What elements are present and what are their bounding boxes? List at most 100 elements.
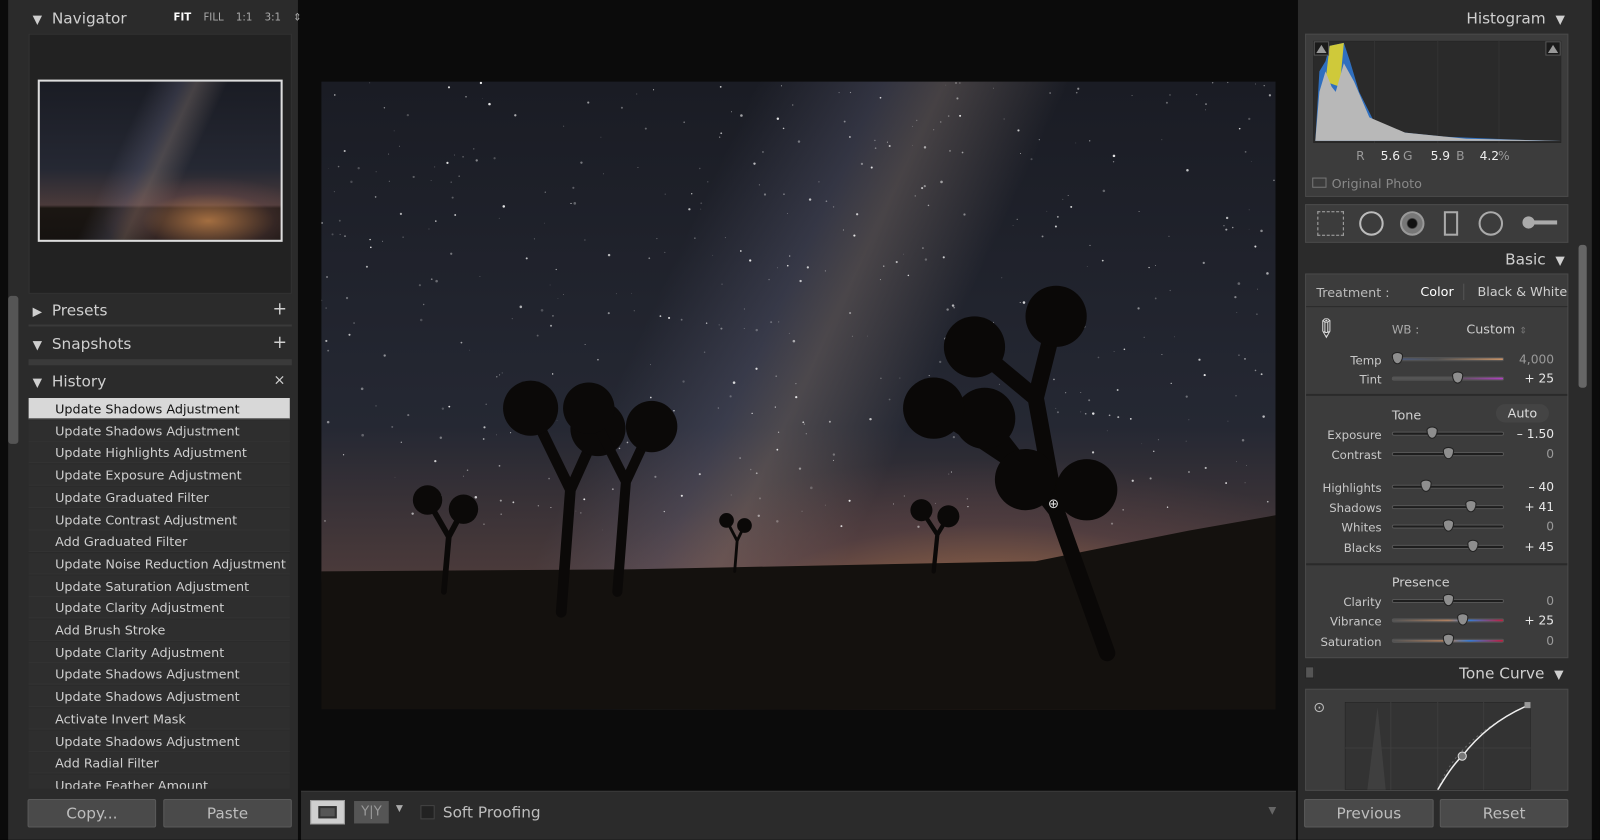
zoom-fit[interactable]: FIT (173, 12, 191, 23)
photo-element (1198, 358, 1201, 361)
slider-shadows[interactable] (1391, 499, 1505, 513)
zoom-fill[interactable]: FILL (203, 12, 223, 23)
slider-clarity[interactable] (1391, 593, 1505, 607)
slider-blacks[interactable] (1391, 539, 1505, 553)
slider-whites[interactable] (1391, 519, 1505, 532)
zoom-stepper-icon[interactable]: ⇕ (293, 12, 302, 23)
navigator-thumbnail[interactable] (37, 79, 283, 242)
photo-element (1075, 91, 1078, 94)
basic-header[interactable]: Basic ▼ (1505, 250, 1565, 268)
curve-point[interactable] (1457, 751, 1467, 761)
crop-overlay-icon[interactable] (1317, 211, 1344, 236)
history-item[interactable]: Update Shadows Adjustment (28, 730, 290, 752)
history-item[interactable]: Update Noise Reduction Adjustment (28, 552, 290, 575)
slider-value-shadows[interactable]: + 41 (1503, 500, 1554, 514)
auto-tone-button[interactable]: Auto (1495, 404, 1549, 423)
history-item[interactable]: Activate Invert Mask (28, 707, 290, 730)
add-preset-icon[interactable]: + (272, 299, 287, 319)
slider-value-whites[interactable]: 0 (1503, 519, 1554, 533)
reset-button[interactable]: Reset (1439, 798, 1569, 828)
history-item[interactable]: Update Exposure Adjustment (28, 464, 290, 486)
slider-value-blacks[interactable]: + 45 (1503, 540, 1554, 554)
photo-element (934, 502, 936, 504)
photo-element (782, 127, 785, 130)
photo-element (673, 409, 675, 412)
soft-proofing-checkbox[interactable] (420, 805, 435, 820)
slider-contrast[interactable] (1391, 446, 1505, 460)
slider-value-highlights[interactable]: – 40 (1503, 480, 1554, 494)
loupe-view-button[interactable] (310, 799, 345, 825)
curve-point[interactable] (1524, 702, 1531, 709)
slider-value-clarity[interactable]: 0 (1503, 594, 1554, 608)
radial-filter-icon[interactable] (1478, 211, 1504, 236)
treatment-bw-button[interactable]: Black & White (1478, 284, 1568, 299)
photo-element (1186, 168, 1189, 172)
toolbar-menu-icon[interactable]: ▼ (1268, 805, 1276, 816)
slider-value-saturation[interactable]: 0 (1503, 634, 1554, 648)
history-item[interactable]: Update Shadows Adjustment (28, 397, 290, 420)
tone-curve-header[interactable]: Tone Curve ▼ (1459, 664, 1563, 682)
histogram-header[interactable]: Histogram ▼ (1466, 9, 1565, 27)
photo-element (479, 275, 481, 278)
history-item[interactable]: Update Clarity Adjustment (28, 597, 290, 619)
treatment-color-button[interactable]: Color (1420, 284, 1453, 299)
photo-element (797, 140, 801, 143)
history-header[interactable]: ▼ History (33, 372, 107, 390)
photo-element (1154, 297, 1157, 300)
clear-history-icon[interactable]: × (273, 372, 285, 388)
photo-element (786, 264, 789, 267)
history-item[interactable]: Update Shadows Adjustment (28, 685, 290, 708)
slider-value-tint[interactable]: + 25 (1503, 371, 1554, 385)
slider-value-contrast[interactable]: 0 (1503, 447, 1554, 461)
paste-button[interactable]: Paste (163, 798, 292, 828)
navigator-header[interactable]: ▼ Navigator (33, 9, 127, 27)
main-photo[interactable] (320, 81, 1276, 710)
slider-highlights[interactable] (1391, 479, 1505, 492)
spot-removal-icon[interactable] (1359, 211, 1384, 236)
history-item[interactable]: Add Brush Stroke (28, 619, 290, 641)
history-item[interactable]: Update Saturation Adjustment (28, 575, 290, 597)
slider-value-temp[interactable]: 4,000 (1503, 352, 1554, 366)
adjustment-brush-icon[interactable] (1522, 216, 1558, 229)
previous-button[interactable]: Previous (1304, 798, 1434, 828)
graduated-filter-icon[interactable] (1443, 211, 1459, 236)
right-scrollbar[interactable] (1578, 244, 1587, 388)
divider (1463, 283, 1465, 300)
history-item[interactable]: Update Feather Amount (28, 774, 290, 789)
zoom-1-1[interactable]: 1:1 (236, 12, 252, 23)
history-item[interactable]: Add Graduated Filter (28, 530, 290, 553)
slider-temp[interactable] (1391, 352, 1505, 365)
history-item[interactable]: Update Shadows Adjustment (28, 420, 290, 442)
zoom-3-1[interactable]: 3:1 (265, 12, 281, 23)
wb-select[interactable]: Custom ⇕ (1466, 321, 1527, 336)
slider-value-vibrance[interactable]: + 25 (1503, 613, 1554, 627)
copy-button[interactable]: Copy... (27, 798, 157, 828)
left-scrollbar[interactable] (8, 295, 19, 444)
slider-saturation[interactable] (1391, 633, 1505, 646)
slider-thumb[interactable] (1456, 613, 1468, 626)
slider-value-exposure[interactable]: – 1.50 (1503, 427, 1554, 441)
targeted-adjustment-icon[interactable]: ⊙ (1313, 700, 1325, 716)
history-item[interactable]: Update Shadows Adjustment (28, 663, 290, 686)
tone-curve-graph[interactable] (1344, 702, 1531, 790)
slider-exposure[interactable] (1391, 426, 1505, 439)
original-photo-checkbox[interactable] (1312, 177, 1327, 188)
history-item[interactable]: Update Graduated Filter (28, 486, 290, 508)
before-after-button[interactable]: Y|Y (354, 801, 389, 824)
history-item[interactable]: Update Clarity Adjustment (28, 641, 290, 663)
photo-element (1202, 261, 1205, 264)
collapse-triangle-icon: ▼ (1554, 667, 1564, 682)
red-eye-icon[interactable] (1399, 211, 1425, 236)
add-snapshot-icon[interactable]: + (272, 333, 287, 353)
history-item[interactable]: Update Contrast Adjustment (28, 508, 290, 531)
photo-element (1148, 266, 1150, 269)
snapshots-header[interactable]: ▼ Snapshots (33, 335, 132, 353)
panel-toggle-switch[interactable] (1305, 666, 1315, 679)
history-item[interactable]: Add Radial Filter (28, 752, 290, 774)
dropdown-arrow-icon[interactable]: ▼ (396, 804, 403, 814)
history-item[interactable]: Update Highlights Adjustment (28, 442, 290, 464)
slider-vibrance[interactable] (1391, 613, 1505, 626)
presets-header[interactable]: ▶ Presets (33, 301, 108, 319)
slider-tint[interactable] (1391, 371, 1505, 384)
photo-element (912, 145, 913, 146)
